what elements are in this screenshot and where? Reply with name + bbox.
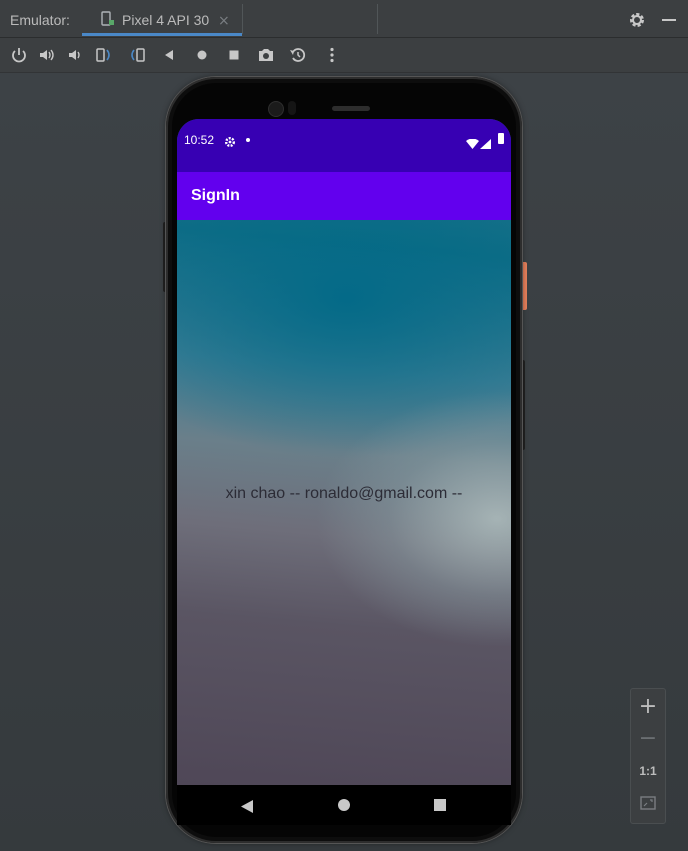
status-bar: 10:52 (177, 119, 511, 172)
navigation-bar (177, 785, 511, 825)
rotate-left-icon[interactable] (95, 46, 113, 64)
minimize-icon[interactable] (662, 19, 676, 21)
rotate-right-icon[interactable] (128, 46, 146, 64)
battery-icon (498, 133, 504, 144)
signal-icon (480, 134, 491, 153)
tab-label: Pixel 4 API 30 (122, 12, 210, 28)
tab-underline (82, 33, 242, 36)
wifi-icon (466, 134, 479, 153)
notification-dot-icon (246, 138, 250, 142)
device-icon (100, 11, 116, 31)
more-icon[interactable] (323, 46, 341, 64)
snapshot-icon[interactable] (289, 46, 307, 64)
emulator-label: Emulator: (10, 12, 70, 28)
zoom-out-button[interactable]: − (631, 723, 665, 755)
divider (242, 4, 243, 34)
back-icon[interactable] (160, 46, 178, 64)
nav-back-icon[interactable] (241, 798, 253, 817)
camera-icon[interactable] (257, 46, 275, 64)
close-icon[interactable]: × (218, 13, 230, 29)
gear-icon[interactable] (628, 11, 646, 33)
volume-down-icon[interactable] (66, 46, 84, 64)
front-sensor (288, 101, 296, 115)
nav-home-icon[interactable] (338, 799, 350, 811)
zoom-controls: + − 1:1 (630, 688, 666, 824)
home-icon[interactable] (193, 46, 211, 64)
overview-icon[interactable] (225, 46, 243, 64)
welcome-message: xin chao -- ronaldo@gmail.com -- (225, 485, 463, 502)
tab-pixel-4-api-30[interactable]: Pixel 4 API 30 × (82, 0, 242, 37)
app-bar: SignIn (177, 172, 511, 220)
divider (377, 4, 378, 34)
settings-icon (224, 133, 236, 152)
phone-power-button[interactable] (522, 262, 527, 310)
zoom-in-button[interactable]: + (631, 691, 665, 723)
emulator-header: Emulator: Pixel 4 API 30 × (0, 0, 688, 38)
device-screen[interactable]: 10:52 SignIn xin chao -- ronaldo@gmail.c… (177, 119, 511, 785)
nav-overview-icon[interactable] (434, 799, 446, 811)
earpiece-speaker (332, 106, 370, 111)
power-icon[interactable] (10, 46, 28, 64)
page-title: SignIn (191, 187, 240, 204)
zoom-actual-size-button[interactable]: 1:1 (631, 755, 665, 787)
emulator-toolbar (0, 38, 688, 73)
zoom-fit-button[interactable] (631, 787, 665, 819)
status-time: 10:52 (184, 133, 215, 147)
volume-up-icon[interactable] (38, 46, 56, 64)
front-camera (268, 101, 284, 117)
